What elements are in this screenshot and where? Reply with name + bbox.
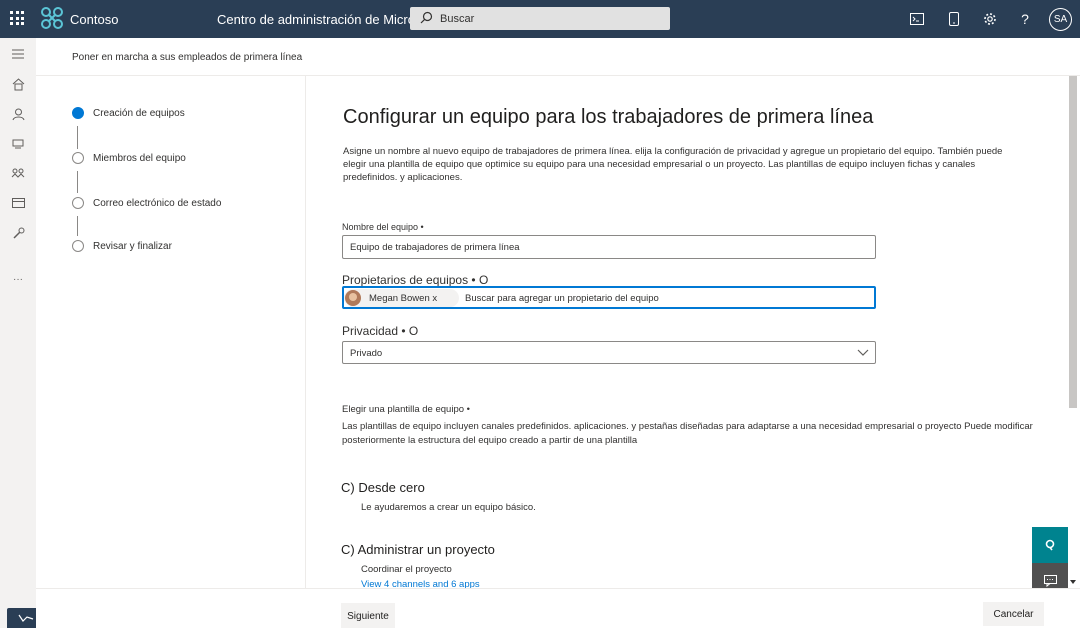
- step-label: Miembros del equipo: [93, 153, 186, 164]
- owner-avatar: [345, 290, 361, 306]
- message-icon: [1043, 575, 1057, 587]
- mobile-icon[interactable]: [945, 10, 963, 28]
- team-name-label: Nombre del equipo •: [342, 222, 424, 232]
- template-option-scratch[interactable]: C) Desde cero Le ayudaremos a crear un e…: [341, 480, 536, 513]
- owner-chip[interactable]: Megan Bowen x: [344, 289, 459, 307]
- user-icon[interactable]: [10, 106, 26, 122]
- home-icon[interactable]: [10, 76, 26, 92]
- app-title[interactable]: Centro de administración de Microsoft 36…: [217, 12, 417, 27]
- privacy-label: Privacidad • O: [342, 324, 419, 338]
- step-current-indicator-icon: [72, 107, 84, 119]
- view-channels-apps-link[interactable]: View 4 channels and 6 apps: [361, 579, 480, 588]
- template-description: Las plantillas de equipo incluyen canale…: [342, 421, 1033, 446]
- brand-name[interactable]: Contoso: [70, 12, 118, 27]
- team-name-field[interactable]: [342, 235, 876, 259]
- setup-wrench-icon[interactable]: [10, 225, 26, 241]
- template-label: Elegir una plantilla de equipo •: [342, 404, 470, 415]
- settings-gear-icon[interactable]: [981, 10, 999, 28]
- help-icon[interactable]: ?: [1016, 10, 1034, 28]
- terminal-icon[interactable]: [908, 10, 926, 28]
- step-label: Creación de equipos: [93, 108, 185, 119]
- cancel-button[interactable]: Cancelar: [983, 602, 1044, 626]
- menu-icon[interactable]: [10, 46, 26, 62]
- template-option-manage-project[interactable]: C) Administrar un proyecto Coordinar el …: [341, 542, 495, 588]
- user-avatar[interactable]: SA: [1049, 8, 1072, 31]
- template-option-subtitle: Le ayudaremos a crear un equipo básico.: [361, 502, 536, 513]
- search-input[interactable]: [440, 10, 660, 27]
- team-owners-label: Propietarios de equipos • O: [342, 273, 489, 287]
- left-nav-rail: ···: [0, 38, 36, 628]
- owner-chip-label: Megan Bowen x: [369, 293, 438, 304]
- template-option-title: C) Desde cero: [341, 480, 425, 495]
- owner-search-input[interactable]: [465, 290, 865, 306]
- template-option-subtitle: Coordinar el proyecto: [361, 564, 452, 575]
- template-option-title: C) Administrar un proyecto: [341, 542, 495, 557]
- app-launcher-icon[interactable]: [10, 11, 24, 25]
- search-box[interactable]: [410, 7, 670, 30]
- wizard-footer: Siguiente Cancelar: [36, 588, 1080, 628]
- step-pending-indicator-icon: [72, 240, 84, 252]
- step-pending-indicator-icon: [72, 197, 84, 209]
- step-connector: [77, 126, 78, 149]
- step-connector: [77, 216, 78, 236]
- step-connector: [77, 171, 78, 193]
- team-name-input[interactable]: [343, 236, 875, 258]
- step-label: Revisar y finalizar: [93, 241, 172, 252]
- page-title: Configurar un equipo para los trabajador…: [343, 106, 874, 128]
- wizard-title: Poner en marcha a sus empleados de prime…: [72, 52, 303, 63]
- scrollbar-thumb[interactable]: [1069, 76, 1077, 408]
- main-content: Configurar un equipo para los trabajador…: [306, 76, 1066, 588]
- scroll-down-arrow-icon[interactable]: [1069, 578, 1077, 586]
- more-icon[interactable]: ···: [10, 271, 26, 287]
- support-chat-button[interactable]: [1032, 527, 1068, 563]
- vertical-scrollbar[interactable]: [1066, 76, 1080, 588]
- search-icon: [420, 11, 433, 24]
- chevron-down-icon: [857, 349, 869, 356]
- step-label: Correo electrónico de estado: [93, 198, 222, 209]
- page-description: Asigne un nombre al nuevo equipo de trab…: [343, 146, 1003, 183]
- privacy-dropdown[interactable]: Privado: [342, 341, 876, 364]
- privacy-selected-value: Privado: [350, 348, 383, 359]
- billing-icon[interactable]: [10, 195, 26, 211]
- devices-icon[interactable]: [10, 135, 26, 151]
- team-owners-picker[interactable]: Megan Bowen x: [342, 286, 876, 309]
- groups-icon[interactable]: [10, 165, 26, 181]
- step-pending-indicator-icon: [72, 152, 84, 164]
- wizard-header: Poner en marcha a sus empleados de prime…: [36, 38, 1080, 76]
- top-bar: Contoso Centro de administración de Micr…: [0, 0, 1080, 38]
- wizard-steps: Creación de equipos Miembros del equipo …: [36, 76, 306, 588]
- contoso-logo-icon: [41, 7, 63, 29]
- headset-icon: [1045, 539, 1055, 551]
- next-button[interactable]: Siguiente: [341, 603, 395, 628]
